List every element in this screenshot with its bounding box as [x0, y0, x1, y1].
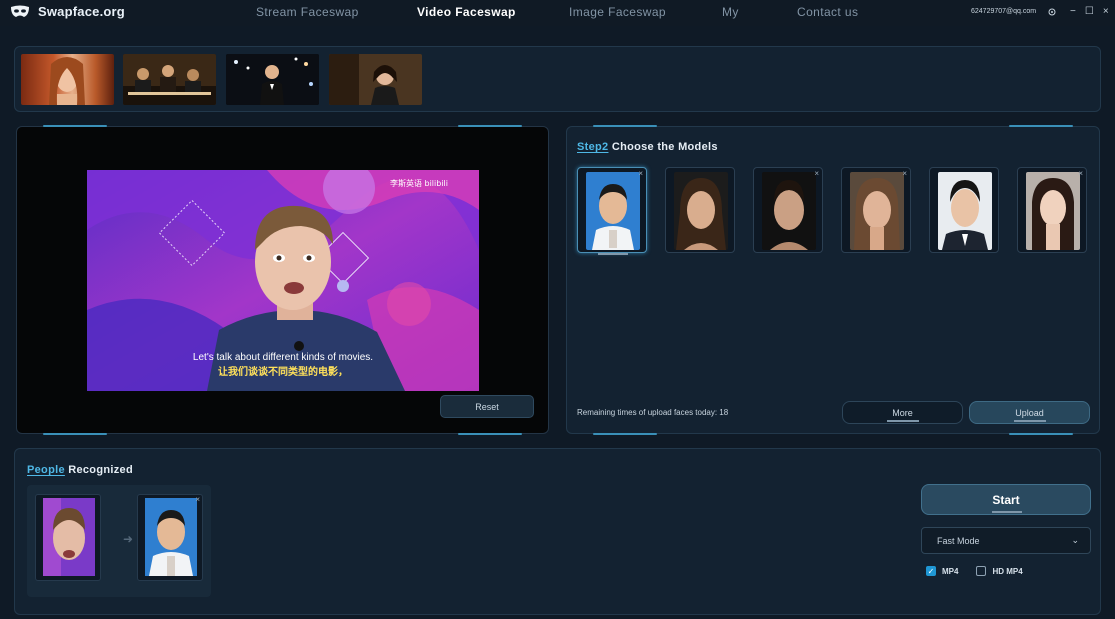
mp4-checkbox[interactable]: ✓ — [926, 566, 936, 576]
people-recognized-panel: People Recognized ➜ × Start Fast Mode ⌄ … — [14, 448, 1101, 615]
start-button-label: Start — [992, 492, 1020, 507]
more-button-label: More — [892, 407, 913, 418]
close-icon[interactable]: × — [638, 170, 643, 178]
arrow-right-icon: ➜ — [123, 532, 134, 546]
choose-models-panel: Step2 Choose the Models × × × × Remainin… — [566, 125, 1100, 435]
button-underline — [887, 420, 919, 422]
model-card[interactable] — [665, 167, 735, 253]
panel-accent — [43, 125, 107, 127]
minimize-button[interactable]: − — [1070, 6, 1076, 17]
mp4-label: MP4 — [942, 566, 959, 576]
video-thumbnail[interactable] — [226, 54, 319, 105]
video-scene: 李斯英语 bilibili Let's talk about different… — [87, 170, 479, 391]
mode-select[interactable]: Fast Mode ⌄ — [921, 527, 1091, 554]
nav-image-faceswap[interactable]: Image Faceswap — [569, 5, 666, 19]
subtitle-chinese: 让我们谈谈不同类型的电影， — [218, 365, 348, 378]
close-icon[interactable]: × — [195, 496, 200, 504]
panel-accent — [1009, 125, 1073, 127]
video-thumbnail-strip — [14, 46, 1101, 112]
model-face — [850, 172, 904, 250]
close-button[interactable]: × — [1103, 6, 1109, 17]
button-underline — [1014, 420, 1046, 422]
model-face — [674, 172, 728, 250]
chevron-down-icon: ⌄ — [1071, 535, 1079, 545]
upload-button[interactable]: Upload — [969, 401, 1090, 424]
start-button[interactable]: Start — [921, 484, 1091, 515]
nav-contact-us[interactable]: Contact us — [797, 5, 858, 19]
video-thumbnail[interactable] — [329, 54, 422, 105]
nav-my[interactable]: My — [722, 5, 739, 19]
target-face-card[interactable]: × — [137, 494, 203, 581]
target-face — [145, 498, 197, 576]
subtitle-english: Let's talk about different kinds of movi… — [193, 352, 373, 363]
title-bar: Swapface.org Stream Faceswap Video Faces… — [0, 0, 1115, 26]
model-card[interactable]: × — [753, 167, 823, 253]
people-title: People Recognized — [27, 464, 133, 476]
close-icon[interactable]: × — [814, 170, 819, 178]
upload-remaining-text: Remaining times of upload faces today: 1… — [577, 408, 729, 417]
video-thumbnail[interactable] — [123, 54, 216, 105]
source-face-card[interactable] — [35, 494, 101, 581]
maximize-button[interactable]: ☐ — [1085, 6, 1094, 17]
models-title: Step2 Choose the Models — [577, 141, 718, 153]
panel-accent — [43, 433, 107, 435]
nav-stream-faceswap[interactable]: Stream Faceswap — [256, 5, 359, 19]
panel-accent — [593, 433, 657, 435]
panel-accent — [1009, 433, 1073, 435]
settings-gear-icon[interactable] — [1048, 8, 1056, 16]
close-icon[interactable]: × — [1078, 170, 1083, 178]
more-button[interactable]: More — [842, 401, 963, 424]
model-card[interactable]: × — [841, 167, 911, 253]
video-frame[interactable]: 李斯英语 bilibili Let's talk about different… — [87, 170, 479, 391]
window-controls: − ☐ × — [1070, 6, 1109, 17]
card-underline — [598, 253, 628, 255]
hd-mp4-checkbox[interactable] — [976, 566, 987, 576]
panel-accent — [458, 433, 522, 435]
mask-icon — [11, 5, 29, 17]
model-face — [1026, 172, 1080, 250]
brand-name: Swapface.org — [38, 4, 125, 19]
model-card[interactable] — [929, 167, 999, 253]
panel-accent — [593, 125, 657, 127]
video-thumbnail[interactable] — [21, 54, 114, 105]
model-card[interactable]: × — [577, 167, 647, 255]
mode-select-value: Fast Mode — [937, 535, 980, 546]
hd-mp4-label: HD MP4 — [992, 566, 1023, 576]
button-underline — [992, 511, 1022, 513]
nav-video-faceswap[interactable]: Video Faceswap — [417, 5, 516, 19]
video-watermark: 李斯英语 bilibili — [390, 178, 448, 188]
upload-button-label: Upload — [1015, 407, 1044, 418]
model-card[interactable]: × — [1017, 167, 1087, 253]
account-email[interactable]: 624729707@qq.com — [971, 8, 1036, 15]
models-title-step: Step2 — [577, 141, 609, 153]
panel-accent — [458, 125, 522, 127]
model-face — [938, 172, 992, 250]
people-title-prefix: People — [27, 464, 65, 476]
models-title-text: Choose the Models — [608, 141, 718, 153]
model-face — [762, 172, 816, 250]
video-preview-panel: 李斯英语 bilibili Let's talk about different… — [16, 125, 549, 435]
source-face — [43, 498, 95, 576]
app-logo: Swapface.org — [10, 4, 125, 19]
face-mapping: ➜ × — [27, 485, 211, 597]
format-options: ✓ MP4 HD MP4 — [926, 566, 1023, 576]
reset-button[interactable]: Reset — [440, 395, 534, 418]
close-icon[interactable]: × — [902, 170, 907, 178]
people-title-text: Recognized — [64, 464, 133, 476]
model-face — [586, 172, 640, 250]
